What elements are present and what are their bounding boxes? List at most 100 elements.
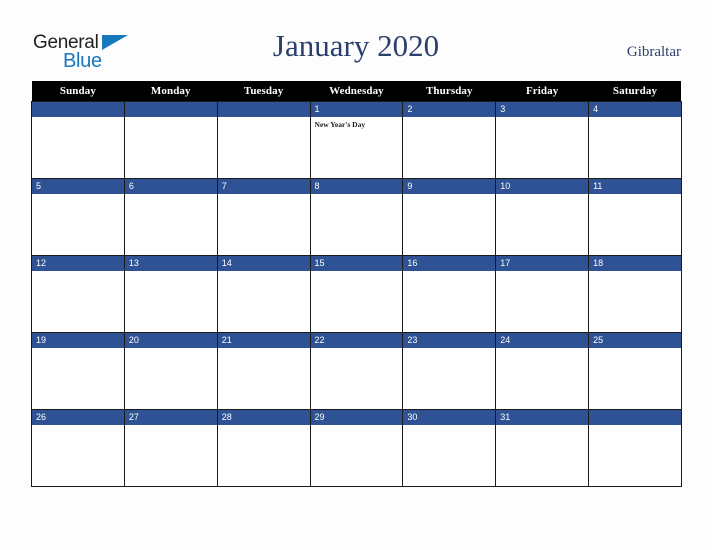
day-number: 15 [310, 256, 403, 271]
day-cell-content: 1 New Year's Day [310, 102, 403, 178]
day-number: 12 [32, 256, 124, 271]
calendar-day-cell[interactable] [588, 409, 682, 487]
day-cell-content: 5 [32, 179, 124, 255]
day-cell-content: 26 [32, 410, 124, 486]
day-cell-content: 25 [589, 333, 681, 409]
calendar-day-cell[interactable] [216, 101, 311, 179]
calendar-day-cell[interactable]: 31 [495, 409, 590, 487]
calendar-day-cell[interactable]: 16 [402, 255, 497, 333]
calendar-day-cell[interactable]: 23 [402, 332, 497, 410]
day-cell-content: 10 [496, 179, 589, 255]
day-cell-content: 31 [496, 410, 589, 486]
weekday-header-tuesday: Tuesday [217, 81, 311, 102]
calendar-day-cell[interactable]: 3 [495, 101, 590, 179]
day-cell-content: 9 [403, 179, 496, 255]
day-number: 7 [217, 179, 310, 194]
page-title: January 2020 [272, 28, 440, 63]
day-cell-content: 21 [217, 333, 310, 409]
calendar-day-cell[interactable]: 21 [216, 332, 311, 410]
day-number: 24 [496, 333, 589, 348]
weekday-header-friday: Friday [495, 81, 589, 102]
day-cell-content: 30 [403, 410, 496, 486]
calendar-day-cell[interactable]: 14 [216, 255, 311, 333]
day-cell-content: 4 [589, 102, 681, 178]
day-cell-content: 13 [124, 256, 217, 332]
day-number [217, 102, 310, 117]
calendar-day-cell[interactable]: 30 [402, 409, 497, 487]
day-number: 17 [496, 256, 589, 271]
day-cell-content: 20 [124, 333, 217, 409]
day-number: 4 [589, 102, 681, 117]
day-cell-content: 15 [310, 256, 403, 332]
day-cell-content: 16 [403, 256, 496, 332]
day-cell-content: 6 [124, 179, 217, 255]
calendar-day-cell[interactable]: 9 [402, 178, 497, 256]
calendar-day-cell[interactable]: 27 [123, 409, 218, 487]
calendar-day-cell[interactable]: 12 [31, 255, 125, 333]
day-number: 18 [589, 256, 681, 271]
calendar-day-cell[interactable]: 10 [495, 178, 590, 256]
weekday-header-thursday: Thursday [402, 81, 496, 102]
calendar-day-cell[interactable]: 15 [309, 255, 404, 333]
calendar-day-cell[interactable]: 8 [309, 178, 404, 256]
calendar-day-cell[interactable]: 6 [123, 178, 218, 256]
calendar-week-row: 1 New Year's Day 2 3 4 [31, 101, 682, 179]
weekday-header-wednesday: Wednesday [310, 81, 403, 102]
day-number: 28 [217, 410, 310, 425]
calendar-day-cell[interactable] [123, 101, 218, 179]
day-cell-content: 8 [310, 179, 403, 255]
day-number [32, 102, 124, 117]
day-number: 27 [124, 410, 217, 425]
calendar-day-cell[interactable]: 2 [402, 101, 497, 179]
weekday-header-saturday: Saturday [588, 81, 682, 102]
day-number: 14 [217, 256, 310, 271]
day-cell-content: 24 [496, 333, 589, 409]
calendar-week-row: 12 13 14 15 16 17 18 [31, 255, 682, 333]
calendar-day-cell[interactable]: 26 [31, 409, 125, 487]
page-header: General Blue January 2020 Gibraltar [0, 0, 712, 81]
weekday-header-sunday: Sunday [31, 81, 125, 102]
day-cell-content [589, 410, 681, 486]
calendar-day-cell[interactable]: 18 [588, 255, 682, 333]
day-cell-content: 22 [310, 333, 403, 409]
calendar-day-cell[interactable]: 17 [495, 255, 590, 333]
calendar-day-cell[interactable] [31, 101, 125, 179]
calendar-grid: Sunday Monday Tuesday Wednesday Thursday… [31, 81, 682, 487]
day-number: 5 [32, 179, 124, 194]
calendar-day-cell[interactable]: 1 New Year's Day [309, 101, 404, 179]
day-number: 26 [32, 410, 124, 425]
calendar-day-cell[interactable]: 4 [588, 101, 682, 179]
calendar-day-cell[interactable]: 28 [216, 409, 311, 487]
calendar-day-cell[interactable]: 29 [309, 409, 404, 487]
calendar-week-row: 19 20 21 22 23 24 25 [31, 332, 682, 410]
calendar-day-cell[interactable]: 25 [588, 332, 682, 410]
day-cell-content: 11 [589, 179, 681, 255]
day-number: 25 [589, 333, 681, 348]
day-number: 19 [32, 333, 124, 348]
country-label: Gibraltar [626, 44, 681, 60]
holiday-label: New Year's Day [314, 120, 366, 129]
calendar-day-cell[interactable]: 11 [588, 178, 682, 256]
calendar-day-cell[interactable]: 20 [123, 332, 218, 410]
day-cell-content: 14 [217, 256, 310, 332]
day-number: 31 [496, 410, 589, 425]
day-number: 13 [124, 256, 217, 271]
calendar-day-cell[interactable]: 13 [123, 255, 218, 333]
calendar-day-cell[interactable]: 5 [31, 178, 125, 256]
calendar-day-cell[interactable]: 19 [31, 332, 125, 410]
day-cell-content [124, 102, 217, 178]
calendar-day-cell[interactable]: 7 [216, 178, 311, 256]
day-number: 21 [217, 333, 310, 348]
calendar-week-row: 26 27 28 29 30 31 [31, 409, 682, 487]
calendar-page: General Blue January 2020 Gibraltar Sund… [0, 0, 712, 550]
calendar-day-cell[interactable]: 24 [495, 332, 590, 410]
day-number: 2 [403, 102, 496, 117]
day-cell-content: 27 [124, 410, 217, 486]
day-cell-content: 17 [496, 256, 589, 332]
day-cell-content: 18 [589, 256, 681, 332]
calendar-day-cell[interactable]: 22 [309, 332, 404, 410]
day-events: New Year's Day [311, 117, 403, 130]
calendar-body: 1 New Year's Day 2 3 4 5 6 7 8 9 10 11 12 13 14 15 16 17 1… [31, 101, 682, 487]
day-cell-content: 29 [310, 410, 403, 486]
day-number: 22 [310, 333, 403, 348]
